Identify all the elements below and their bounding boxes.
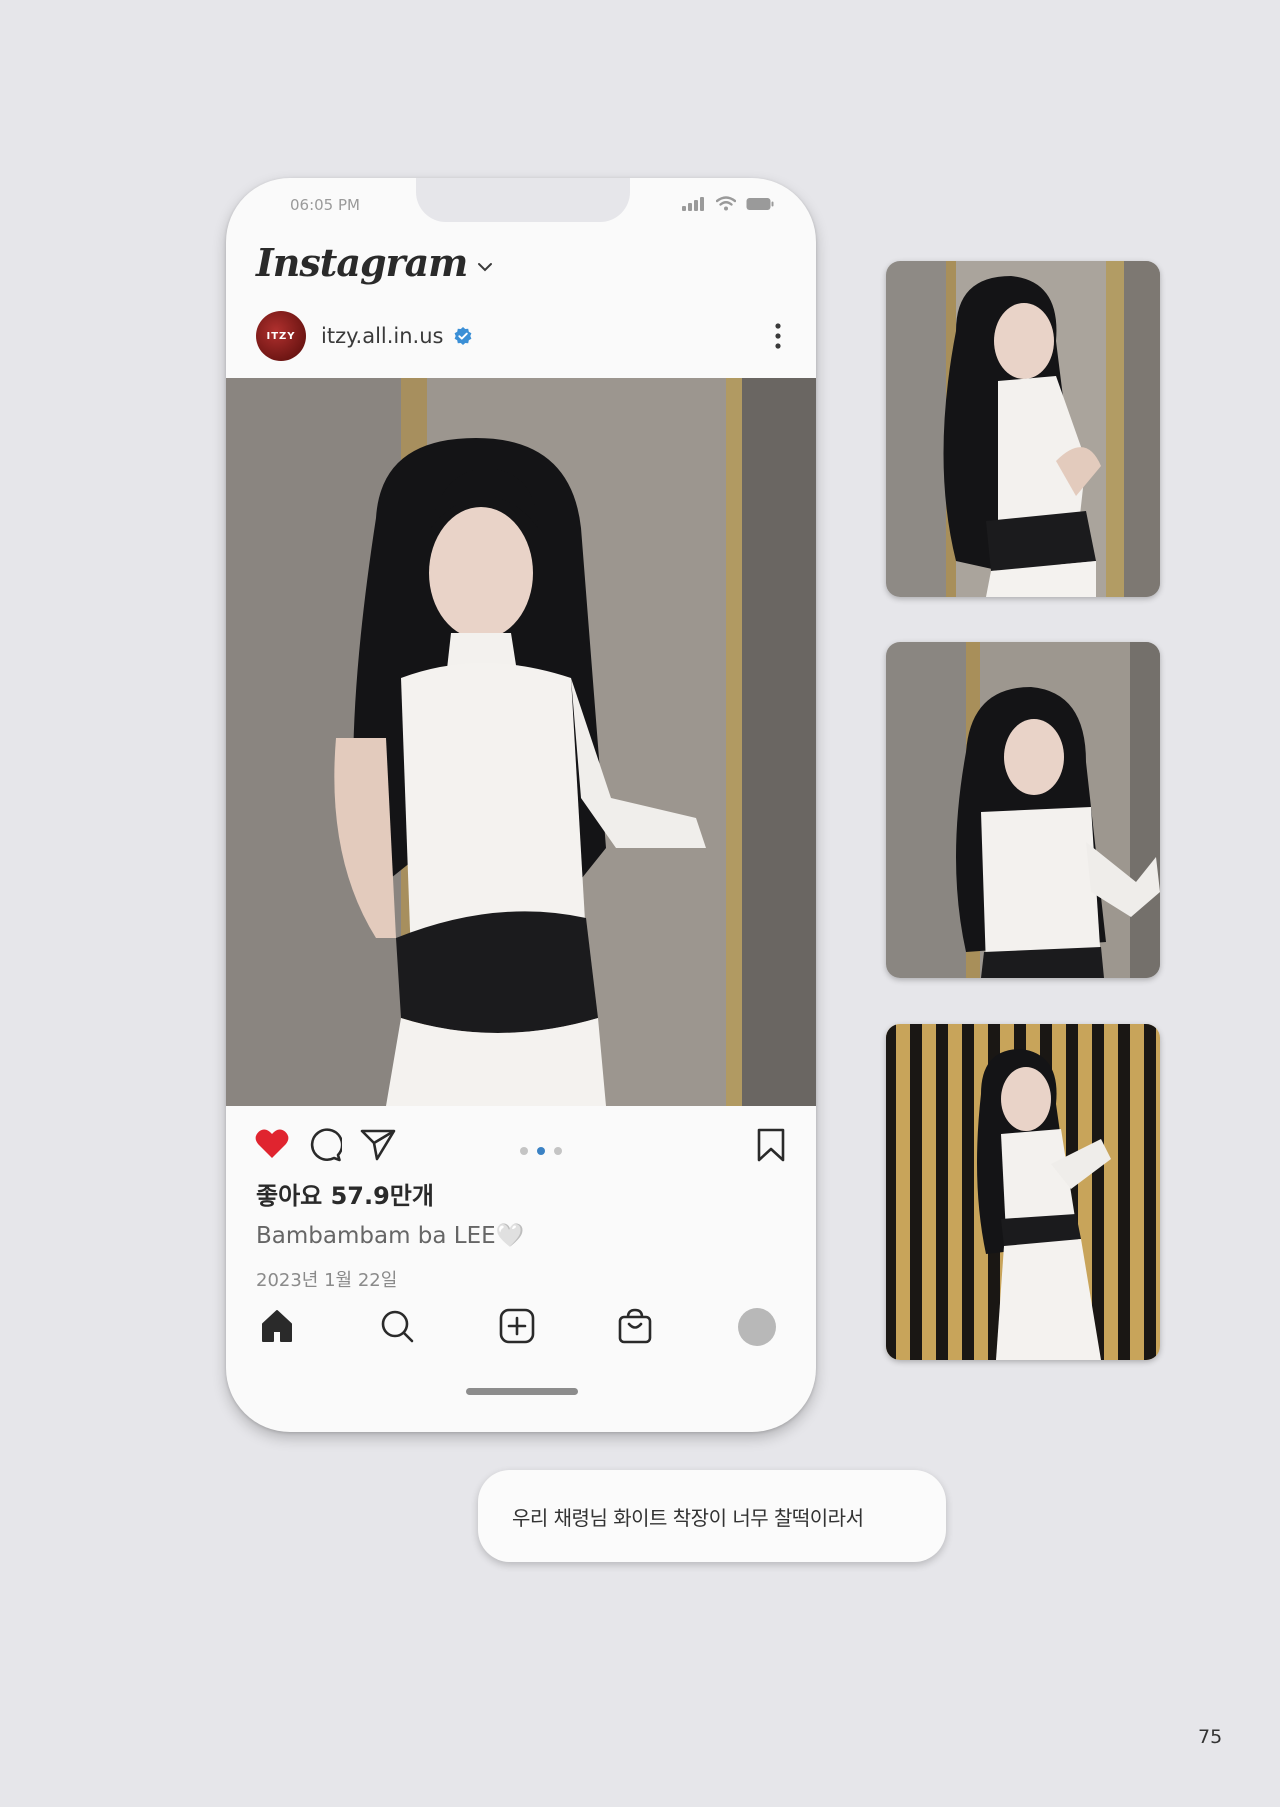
avatar[interactable]: ITZY xyxy=(256,311,306,361)
share-icon[interactable] xyxy=(360,1128,396,1162)
carousel-dot xyxy=(520,1147,528,1155)
status-time: 06:05 PM xyxy=(290,196,360,214)
post-photo xyxy=(226,378,816,1106)
avatar-text: ITZY xyxy=(266,330,296,342)
nav-shop[interactable] xyxy=(617,1308,653,1348)
side-photo-3-image xyxy=(886,1024,1160,1360)
post-caption: Bambambam ba LEE🤍 xyxy=(256,1223,525,1249)
page-number: 75 xyxy=(1198,1726,1223,1748)
carousel-dot xyxy=(554,1147,562,1155)
nav-home[interactable] xyxy=(259,1308,295,1348)
side-photo-2-image xyxy=(886,642,1160,978)
shop-icon xyxy=(618,1308,652,1344)
add-post-icon xyxy=(499,1308,535,1344)
app-header: Instagram xyxy=(256,240,493,285)
comment-icon[interactable] xyxy=(308,1128,342,1162)
heart-icon[interactable] xyxy=(254,1128,290,1160)
more-options-icon[interactable] xyxy=(774,323,782,349)
wifi-icon xyxy=(716,196,736,211)
nav-add-post[interactable] xyxy=(499,1308,535,1348)
status-icons xyxy=(682,196,774,211)
likes-count[interactable]: 좋아요 57.9만개 xyxy=(256,1176,434,1211)
post-date: 2023년 1월 22일 xyxy=(256,1270,398,1291)
phone-mockup: 06:05 PM Instagram ITZY itzy.all.in.us 좋… xyxy=(226,178,816,1432)
instagram-logo[interactable]: Instagram xyxy=(256,240,468,285)
post-header: ITZY itzy.all.in.us xyxy=(256,310,792,362)
post-action-bar xyxy=(254,1128,788,1170)
speech-bubble-text: 우리 채령님 화이트 착장이 너무 찰떡이라서 xyxy=(512,1506,864,1530)
verified-badge-icon xyxy=(455,327,472,345)
home-indicator[interactable] xyxy=(466,1388,578,1395)
side-photo-2[interactable] xyxy=(886,642,1160,978)
speech-bubble: 우리 채령님 화이트 착장이 너무 찰떡이라서 xyxy=(478,1470,946,1562)
side-photo-1-image xyxy=(886,261,1160,597)
nav-profile[interactable] xyxy=(738,1308,776,1346)
side-photo-3[interactable] xyxy=(886,1024,1160,1360)
phone-notch xyxy=(416,178,630,222)
username[interactable]: itzy.all.in.us xyxy=(321,324,443,348)
chevron-down-icon[interactable] xyxy=(477,262,493,272)
post-image[interactable] xyxy=(226,378,816,1106)
home-icon xyxy=(262,1310,292,1342)
carousel-dot-active xyxy=(537,1147,545,1155)
search-icon xyxy=(381,1310,414,1343)
battery-icon xyxy=(746,197,774,210)
carousel-indicator xyxy=(520,1147,562,1155)
side-photo-1[interactable] xyxy=(886,261,1160,597)
bookmark-icon[interactable] xyxy=(756,1128,786,1162)
nav-search[interactable] xyxy=(379,1308,415,1348)
signal-icon xyxy=(682,196,704,211)
profile-icon xyxy=(738,1308,776,1346)
bottom-nav xyxy=(254,1308,788,1352)
